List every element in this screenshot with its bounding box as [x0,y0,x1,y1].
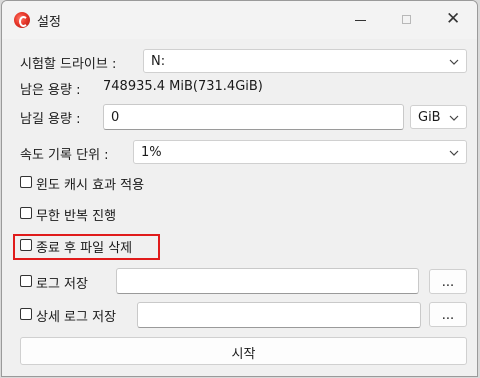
infinite-loop-label: 무한 반복 진행 [36,209,117,224]
free-space-value: 748935.4 MiB(731.4GiB) [103,79,263,94]
detailed-log-checkbox[interactable] [20,308,32,320]
infinite-loop-checkbox[interactable] [20,207,32,219]
windows-cache-checkbox[interactable] [20,176,32,188]
log-save-browse-button[interactable]: ... [429,269,467,294]
speed-unit-select[interactable]: 1% [133,140,467,164]
drive-value: N: [151,54,166,69]
highlight-box [13,234,160,260]
close-icon: ✕ [446,9,461,29]
windows-cache-label: 윈도 캐시 효과 적용 [36,178,145,193]
maximize-button[interactable] [387,7,427,33]
free-space-label: 남은 용량 : [20,83,81,98]
chevron-down-icon [449,115,459,121]
app-icon [14,12,30,28]
browse-label: ... [441,308,455,323]
detailed-log-label: 상세 로그 저장 [36,310,117,325]
leave-space-value: 0 [111,110,120,125]
chevron-down-icon [449,59,459,65]
chevron-down-icon [449,150,459,156]
log-save-path-input[interactable] [116,268,419,294]
browse-label: ... [441,275,455,290]
speed-unit-value: 1% [141,145,162,160]
leave-space-unit: GiB [418,110,441,125]
start-button[interactable]: 시작 [20,337,467,365]
window-title: 설정 [37,15,61,30]
log-save-label: 로그 저장 [36,277,88,292]
detailed-log-browse-button[interactable]: ... [429,302,467,327]
log-save-checkbox[interactable] [20,275,32,287]
minimize-icon [355,20,366,21]
detailed-log-path-input[interactable] [137,302,421,328]
title-bar[interactable]: 설정 ✕ [2,1,477,39]
leave-space-unit-select[interactable]: GiB [410,105,467,129]
start-label: 시작 [231,347,256,362]
settings-window: 설정 ✕ 시험할 드라이브 : N: 남은 용량 : 748935.4 MiB(… [1,0,478,377]
speed-unit-label: 속도 기록 단위 : [20,148,109,163]
close-button[interactable]: ✕ [433,7,473,33]
drive-label: 시험할 드라이브 : [20,57,117,72]
maximize-icon [402,15,411,24]
leave-space-input[interactable]: 0 [103,104,404,130]
minimize-button[interactable] [341,7,381,33]
leave-space-label: 남길 용량 : [20,112,81,127]
drive-select[interactable]: N: [143,49,467,73]
